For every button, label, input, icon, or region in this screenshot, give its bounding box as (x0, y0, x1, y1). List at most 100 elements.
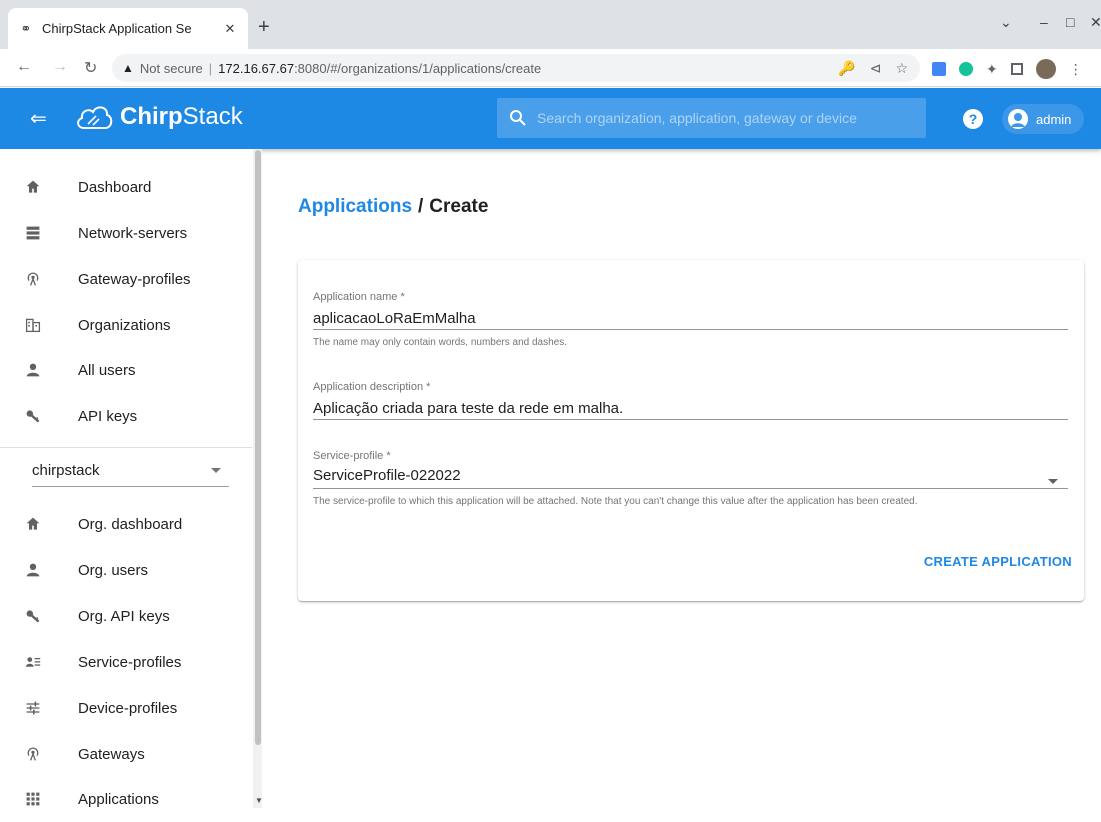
sidebar-item-label: Dashboard (78, 178, 152, 196)
application-name-input[interactable] (313, 308, 1068, 330)
sidebar-item-device-profiles[interactable]: Device-profiles (0, 685, 250, 731)
create-application-button[interactable]: CREATE APPLICATION (912, 550, 1072, 572)
sidebar-item-applications[interactable]: Applications (0, 776, 250, 822)
new-tab-button[interactable]: + (258, 17, 270, 37)
dropdown-caret-icon (211, 468, 221, 473)
sidebar-item-dashboard[interactable]: Dashboard (0, 164, 250, 210)
sidebar-item-label: API keys (78, 407, 138, 425)
service-profile-help: The service-profile to which this applic… (313, 496, 918, 507)
chirpstack-logo[interactable]: Chirp Stack (74, 102, 243, 132)
create-application-form: Application name * The name may only con… (298, 260, 1084, 601)
account-icon (23, 560, 43, 580)
browser-tab-bar: ⚭ ChirpStack Application Se ✕ + ⌄ – □ ✕ (0, 0, 1101, 49)
search-icon (510, 110, 526, 126)
breadcrumb-applications-link[interactable]: Applications (298, 196, 412, 217)
sidebar-item-network-servers[interactable]: Network-servers (0, 210, 250, 256)
username-label: admin (1036, 111, 1072, 127)
sidebar-item-gateway-profiles[interactable]: Gateway-profiles (0, 256, 250, 302)
sidebar-item-label: Organizations (78, 316, 171, 334)
server-icon (23, 223, 43, 243)
key-icon (23, 606, 43, 626)
sidebar-scrollbar-thumb[interactable] (255, 150, 261, 745)
account-details-icon (23, 652, 43, 672)
sidebar-item-gateways[interactable]: Gateways (0, 731, 250, 777)
sidebar-item-all-users[interactable]: All users (0, 347, 250, 393)
browser-menu-icon[interactable]: ⋮ (1069, 61, 1083, 78)
extensions-area: ✦ ⋮ (932, 59, 1083, 79)
radio-tower-icon (23, 269, 43, 289)
maximize-icon[interactable]: □ (1066, 14, 1074, 30)
translate-extension-icon[interactable] (932, 62, 946, 76)
brand-name-bold: Chirp (120, 103, 183, 130)
url-host: 172.16.67.67 (218, 60, 295, 76)
tune-icon (23, 698, 43, 718)
profile-avatar[interactable] (1035, 59, 1056, 79)
extensions-puzzle-icon[interactable]: ✦ (986, 61, 998, 78)
back-icon[interactable]: ← (16, 58, 32, 76)
scroll-down-arrow-icon[interactable]: ▼ (255, 796, 263, 805)
sidebar-item-label: Org. users (78, 561, 149, 579)
user-menu-button[interactable]: admin (1002, 104, 1084, 134)
drawer-toggle-icon[interactable]: ⇐ (30, 106, 47, 131)
radio-tower-icon (23, 744, 43, 764)
tab-search-icon[interactable]: ⌄ (1000, 14, 1012, 31)
search-input[interactable] (537, 110, 917, 126)
global-search[interactable] (497, 98, 926, 138)
not-secure-label[interactable]: Not secure (140, 61, 203, 76)
organization-select-value: chirpstack (32, 462, 100, 479)
forward-icon[interactable]: → (52, 58, 68, 76)
url-separator: | (208, 60, 213, 76)
window-close-icon[interactable]: ✕ (1090, 14, 1101, 31)
service-profile-select-value[interactable]: ServiceProfile-022022 (313, 467, 1068, 489)
sidebar-item-org-users[interactable]: Org. users (0, 547, 250, 593)
sidebar-item-organizations[interactable]: Organizations (0, 302, 250, 348)
application-description-label: Application description * (313, 381, 431, 393)
reload-icon[interactable]: ↻ (84, 58, 97, 78)
share-icon[interactable]: ⊲ (870, 60, 882, 77)
sidebar-item-org-dashboard[interactable]: Org. dashboard (0, 501, 250, 547)
grammarly-extension-icon[interactable] (959, 62, 973, 76)
sidebar-item-label: Service-profiles (78, 653, 182, 671)
service-profile-label: Service-profile * (313, 450, 391, 462)
domain-icon (23, 315, 43, 335)
home-icon (23, 514, 43, 534)
application-description-input[interactable] (313, 398, 1068, 420)
url-path: :8080/#/organizations/1/applications/cre… (294, 60, 542, 76)
browser-tab[interactable]: ⚭ ChirpStack Application Se ✕ (8, 8, 248, 49)
browser-toolbar: ← → ↻ ▲ Not secure | 172.16.67.67:8080/#… (0, 49, 1101, 87)
sidebar-item-org-api-keys[interactable]: Org. API keys (0, 593, 250, 639)
sidebar-item-label: Applications (78, 790, 159, 808)
sidebar-item-api-keys[interactable]: API keys (0, 393, 250, 439)
brand-name-regular: Stack (182, 103, 243, 130)
sidebar-item-label: Org. dashboard (78, 515, 183, 533)
help-icon[interactable]: ? (963, 109, 983, 129)
password-key-icon[interactable]: 🔑 (838, 60, 855, 77)
bookmark-star-icon[interactable]: ☆ (895, 60, 908, 77)
sidebar-item-label: Org. API keys (78, 607, 170, 625)
app-header: ⇐ ChirpStack ? admin (0, 88, 1101, 149)
key-icon (23, 406, 43, 426)
warning-icon[interactable]: ▲ (122, 61, 134, 75)
tab-close-icon[interactable]: ✕ (222, 21, 238, 37)
home-icon (23, 177, 43, 197)
application-name-label: Application name * (313, 291, 405, 303)
side-panel-icon[interactable] (1010, 63, 1023, 75)
address-bar[interactable]: ▲ Not secure | 172.16.67.67:8080/#/organ… (112, 54, 920, 82)
breadcrumb-separator: / (418, 196, 424, 217)
breadcrumb: Applications / Create (298, 196, 488, 218)
sidebar-item-label: Device-profiles (78, 699, 178, 717)
application-description-field: Application description * (313, 381, 1068, 420)
sidebar-item-service-profiles[interactable]: Service-profiles (0, 639, 250, 685)
organization-select[interactable]: chirpstack (32, 455, 229, 487)
chirpstack-favicon-icon: ⚭ (20, 20, 32, 36)
omnibox-actions: 🔑 ⊲ ☆ (838, 60, 908, 77)
cloud-logo-icon (77, 106, 113, 129)
service-profile-select[interactable]: ServiceProfile-022022 (313, 467, 1068, 489)
dropdown-caret-icon (1048, 479, 1058, 484)
account-circle-icon (1008, 109, 1028, 129)
breadcrumb-current: Create (429, 196, 489, 217)
sidebar-item-label: Network-servers (78, 224, 188, 242)
apps-icon (23, 789, 43, 809)
minimize-icon[interactable]: – (1040, 14, 1048, 30)
account-icon (23, 360, 43, 380)
